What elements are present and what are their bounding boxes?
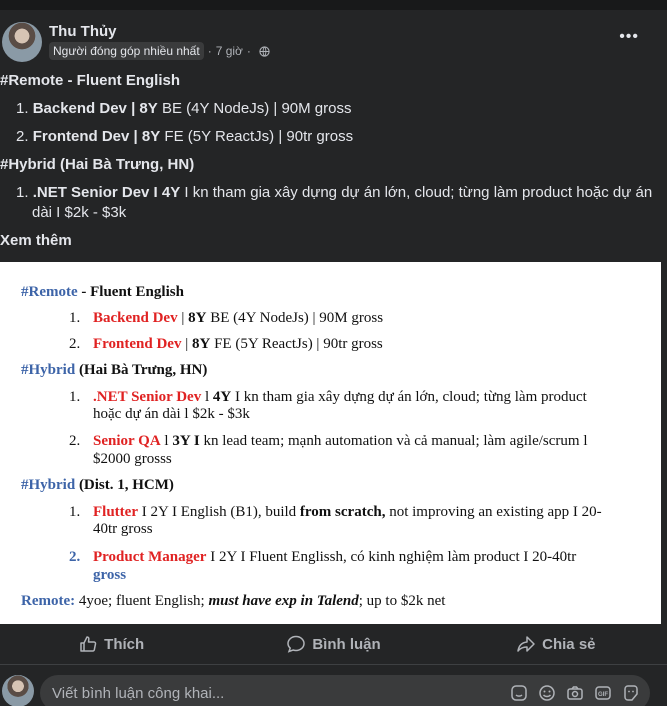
- svg-text:GIF: GIF: [598, 692, 608, 698]
- image-heading: #Hybrid (Hai Bà Trưng, HN): [21, 362, 208, 378]
- post-time[interactable]: 7 giờ: [216, 44, 243, 58]
- contributor-badge[interactable]: Người đóng góp nhiều nhất: [49, 42, 204, 60]
- list-item: .NET Senior Dev l 4Y I kn tham gia xây d…: [93, 389, 587, 405]
- list-item-cont: gross: [93, 567, 127, 583]
- meta-separator-2: ·: [246, 44, 251, 58]
- list-item-cont: $2000 grosss: [93, 451, 172, 467]
- comment-tools: GIF: [510, 684, 640, 702]
- list-number: 2.: [69, 433, 81, 449]
- author-avatar[interactable]: [2, 22, 42, 62]
- camera-icon[interactable]: [566, 684, 584, 702]
- user-avatar[interactable]: [2, 675, 34, 706]
- like-label: Thích: [104, 635, 145, 653]
- gif-icon[interactable]: GIF: [594, 684, 612, 702]
- text-line: #Remote - Fluent English: [0, 71, 180, 91]
- list-item-cont: hoặc dự án dài l $2k - $3k: [93, 406, 250, 422]
- avatar-sticker-icon[interactable]: [622, 684, 640, 702]
- comment-label: Bình luận: [312, 635, 381, 653]
- share-label: Chia sẻ: [542, 635, 596, 653]
- image-heading: #Hybrid (Dist. 1, HCM): [21, 477, 174, 493]
- author-name[interactable]: Thu Thủy: [49, 23, 117, 40]
- list-item: Frontend Dev | 8Y FE (5Y ReactJs) | 90tr…: [93, 336, 383, 352]
- image-heading: #Remote - Fluent English: [21, 284, 184, 300]
- see-more-link[interactable]: Xem thêm: [0, 231, 72, 251]
- speech-bubble-icon: [287, 635, 306, 653]
- list-number: 1.: [69, 310, 81, 326]
- comment-placeholder: Viết bình luận công khai...: [52, 685, 225, 702]
- like-button[interactable]: Thích: [0, 624, 222, 664]
- share-button[interactable]: Chia sẻ: [445, 624, 667, 664]
- list-number: 1.: [69, 504, 81, 520]
- thumbs-up-icon: [80, 636, 97, 652]
- action-bar: Thích Bình luận Chia sẻ: [0, 624, 667, 664]
- post-meta: Người đóng góp nhiều nhất · 7 giờ ·: [49, 42, 270, 60]
- text-line: #Hybrid (Hai Bà Trưng, HN): [0, 155, 194, 175]
- list-number: 1.: [69, 389, 81, 405]
- comment-composer: Viết bình luận công khai... GIF: [0, 673, 667, 706]
- post-image[interactable]: #Remote - Fluent English 1. Backend Dev …: [0, 262, 661, 624]
- hashtag-hybrid[interactable]: #Hybrid (Hai Bà Trưng, HN): [0, 156, 194, 173]
- list-item-cont: 40tr gross: [93, 521, 153, 537]
- post-card: Thu Thủy Người đóng góp nhiều nhất · 7 g…: [0, 0, 667, 706]
- top-bar: [0, 0, 667, 10]
- list-item: Product Manager I 2Y I Fluent Englissh, …: [93, 549, 577, 565]
- list-item: Backend Dev | 8Y BE (4Y NodeJs) | 90M gr…: [93, 310, 384, 326]
- text-line: 1. Backend Dev | 8Y BE (4Y NodeJs) | 90M…: [16, 100, 352, 117]
- comment-button[interactable]: Bình luận: [222, 624, 444, 664]
- post-header: Thu Thủy Người đóng góp nhiều nhất · 7 g…: [0, 18, 667, 66]
- text-line: dài I $2k - $3k: [32, 204, 127, 221]
- list-number: 2.: [69, 336, 81, 352]
- hashtag-remote[interactable]: #Remote - Fluent English: [0, 72, 180, 89]
- emoji-icon[interactable]: [538, 684, 556, 702]
- sticker-icon[interactable]: [510, 684, 528, 702]
- meta-separator: ·: [207, 44, 212, 58]
- list-number: 2.: [69, 549, 81, 565]
- list-item: Senior QA l 3Y I kn lead team; mạnh auto…: [93, 433, 588, 449]
- share-arrow-icon: [517, 636, 535, 652]
- divider: [0, 664, 667, 665]
- text-line: 2. Frontend Dev | 8Y FE (5Y ReactJs) | 9…: [16, 128, 354, 145]
- image-footer-line: Remote: 4yoe; fluent English; must have …: [21, 593, 446, 609]
- list-item: Flutter I 2Y I English (B1), build from …: [93, 504, 602, 520]
- more-options-button[interactable]: •••: [619, 28, 639, 46]
- text-line: 1. .NET Senior Dev I 4Y I kn tham gia xâ…: [16, 184, 653, 201]
- comment-input[interactable]: Viết bình luận công khai... GIF: [40, 675, 650, 706]
- globe-icon: [259, 45, 270, 57]
